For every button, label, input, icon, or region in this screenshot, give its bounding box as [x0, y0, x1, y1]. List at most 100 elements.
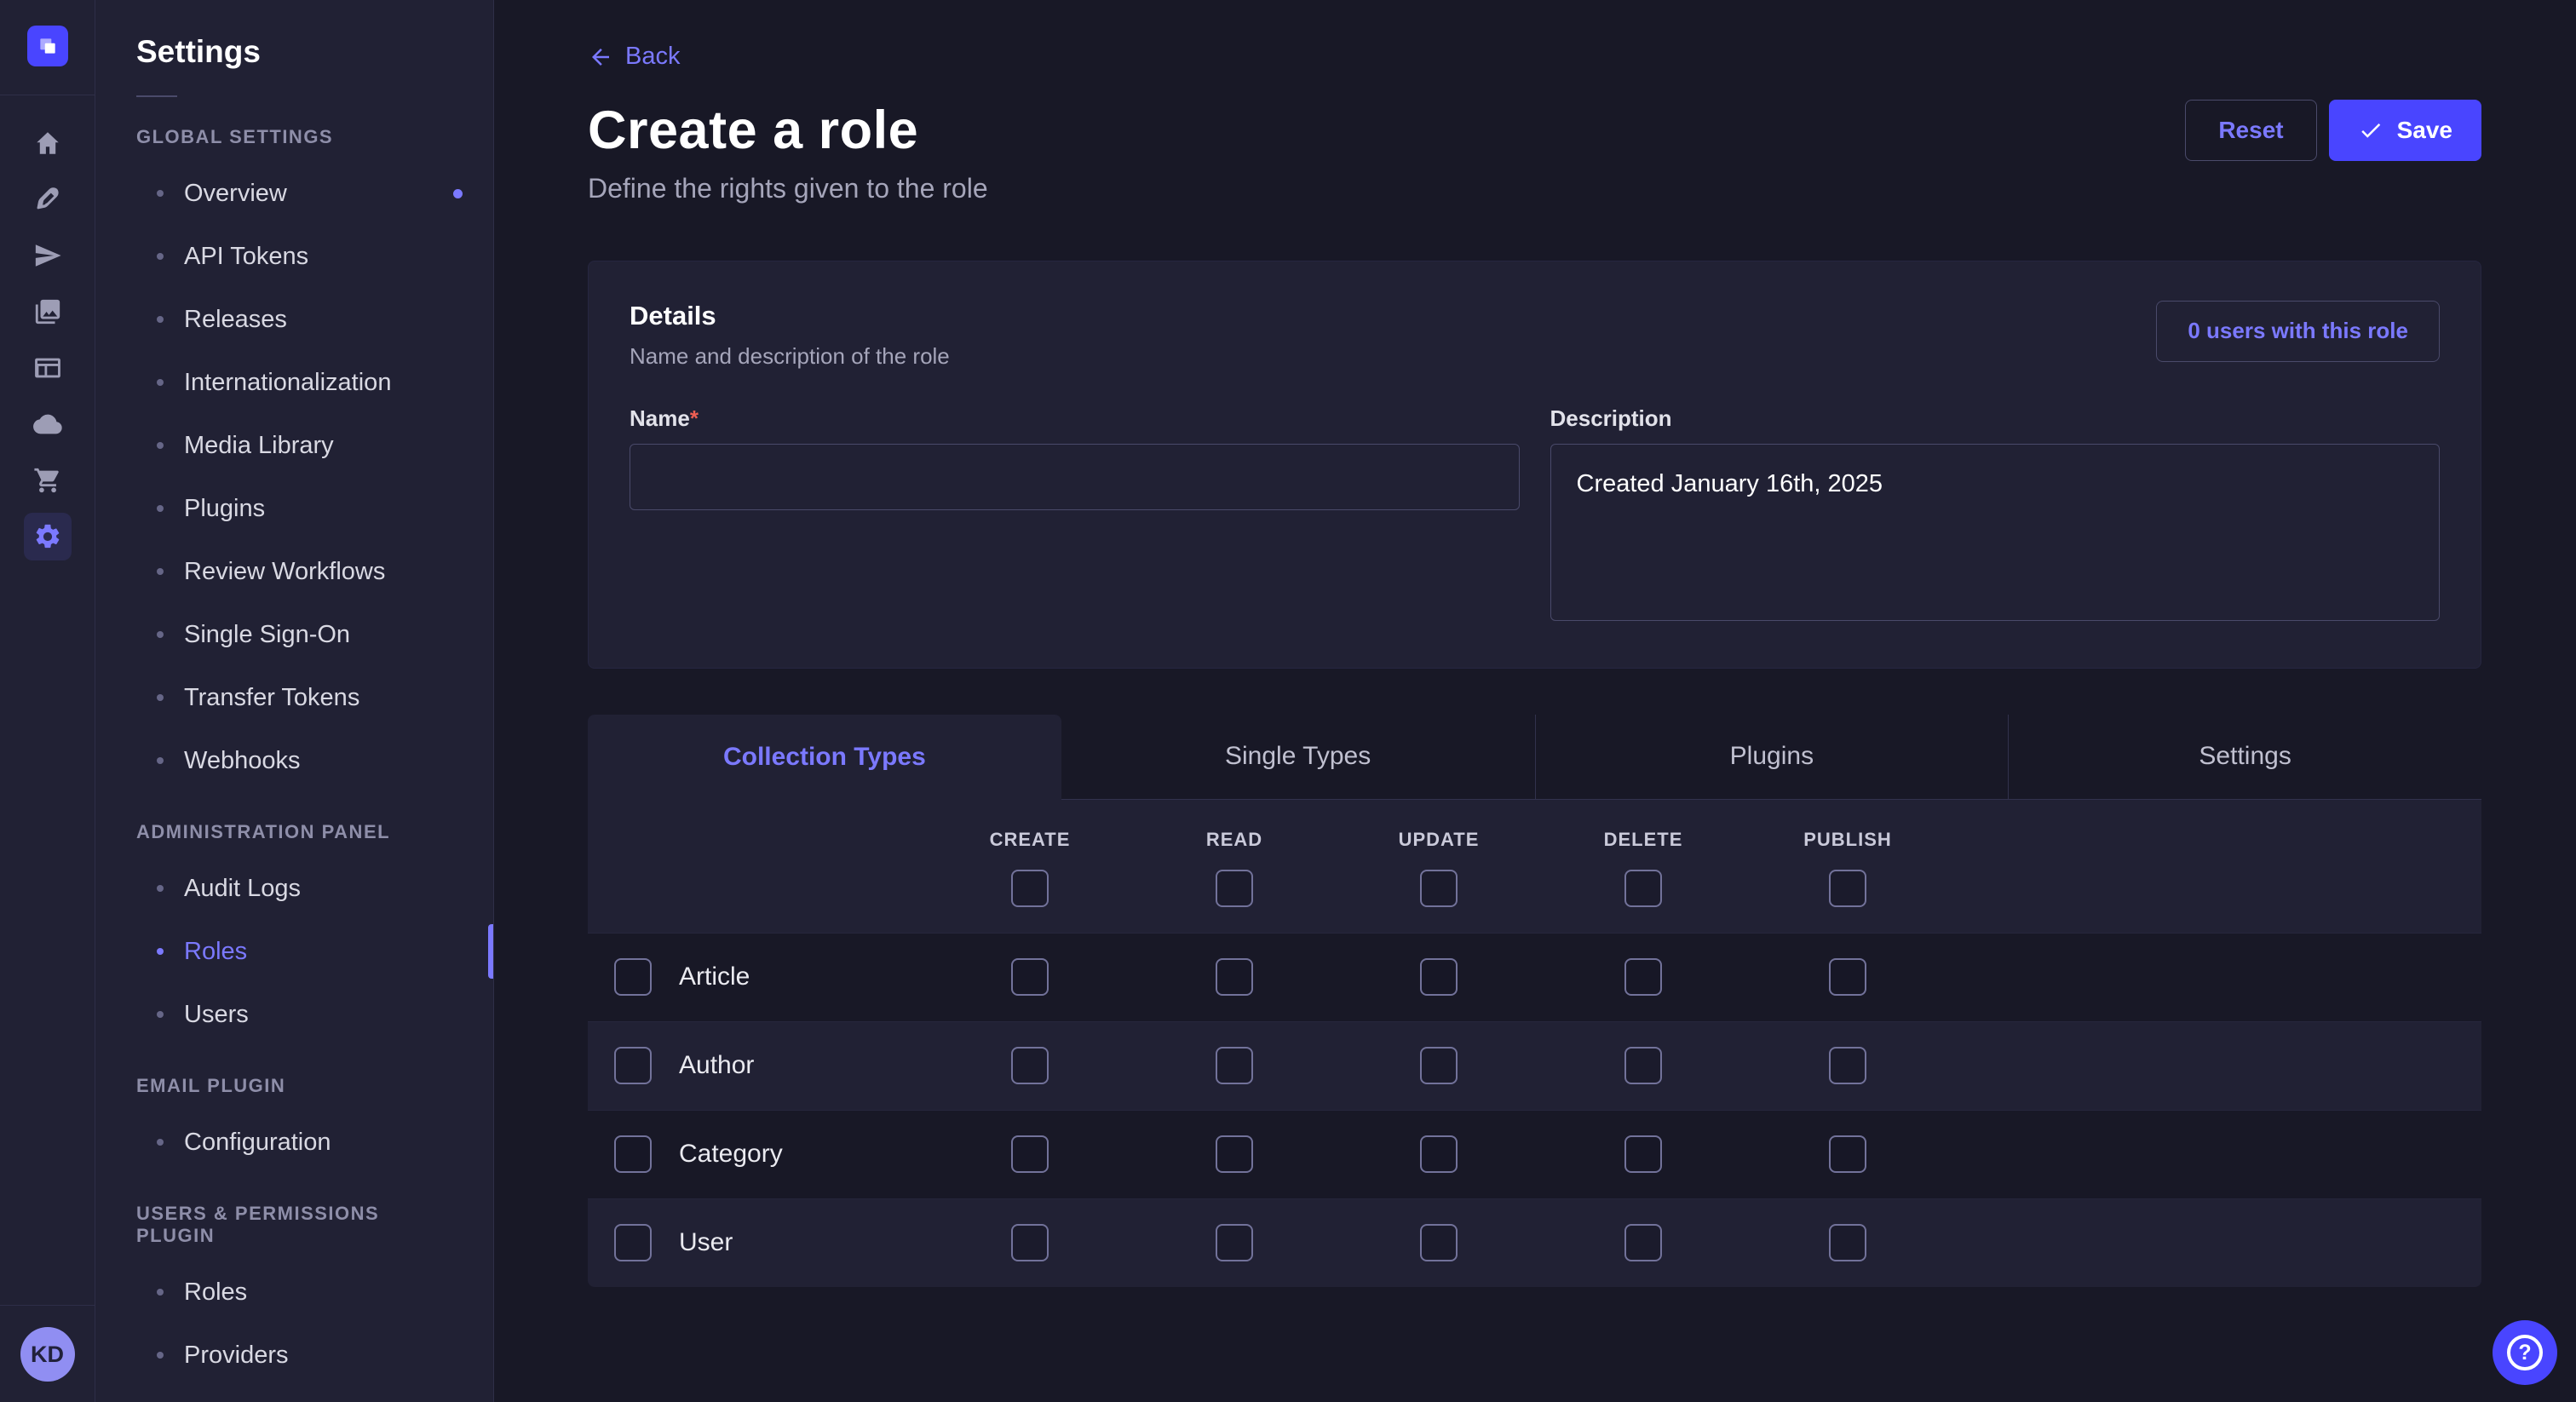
checkbox-user-create[interactable] — [1011, 1224, 1049, 1261]
sidebar-item-review-workflows[interactable]: Review Workflows — [95, 540, 493, 603]
sidebar-item-api-tokens[interactable]: API Tokens — [95, 225, 493, 288]
strapi-admin-app: KD Settings GLOBAL SETTINGS Overview API… — [0, 0, 2576, 1402]
select-all-publish-checkbox[interactable] — [1829, 870, 1866, 907]
avatar[interactable]: KD — [20, 1327, 75, 1382]
details-title: Details — [630, 301, 950, 331]
checkbox-category-delete[interactable] — [1624, 1135, 1662, 1173]
help-button[interactable]: ? — [2493, 1320, 2557, 1385]
select-all-create-checkbox[interactable] — [1011, 870, 1049, 907]
checkbox-user-publish[interactable] — [1829, 1224, 1866, 1261]
sidebar-item-label: Single Sign-On — [184, 621, 350, 649]
column-label-read: READ — [1206, 829, 1262, 851]
details-card-titles: Details Name and description of the role — [630, 301, 950, 370]
page-title: Create a role — [588, 100, 918, 161]
sidebar-item-email-configuration[interactable]: Configuration — [95, 1111, 493, 1174]
checkbox-author-update[interactable] — [1420, 1047, 1458, 1084]
rail-item-marketplace[interactable] — [24, 457, 72, 504]
tab-plugins[interactable]: Plugins — [1535, 715, 2009, 800]
header-actions: Reset Save — [2185, 100, 2481, 161]
rail-item-releases[interactable] — [24, 232, 72, 279]
name-input[interactable] — [630, 444, 1520, 510]
sidebar-item-label: Roles — [184, 1278, 247, 1307]
checkbox-article-publish[interactable] — [1829, 958, 1866, 996]
section-label-users-permissions-plugin: USERS & PERMISSIONS PLUGIN — [136, 1203, 452, 1247]
column-publish: PUBLISH — [1745, 829, 1950, 907]
sidebar-item-label: Webhooks — [184, 747, 301, 775]
checkbox-author-delete[interactable] — [1624, 1047, 1662, 1084]
name-label-text: Name — [630, 405, 690, 431]
save-button[interactable]: Save — [2329, 100, 2481, 161]
rail-item-home[interactable] — [24, 119, 72, 167]
rail-item-media-library[interactable] — [24, 288, 72, 336]
checkbox-author-publish[interactable] — [1829, 1047, 1866, 1084]
checkbox-user-update[interactable] — [1420, 1224, 1458, 1261]
bullet-icon — [157, 253, 164, 260]
strapi-logo[interactable] — [27, 26, 68, 66]
tab-single-types[interactable]: Single Types — [1061, 715, 1535, 800]
sidebar-item-label: Overview — [184, 180, 287, 208]
sidebar-item-plugins[interactable]: Plugins — [95, 477, 493, 540]
select-all-update-checkbox[interactable] — [1420, 870, 1458, 907]
main-content: Back Create a role Reset Save Define the… — [494, 0, 2576, 1402]
bullet-icon — [157, 1289, 164, 1296]
reset-button[interactable]: Reset — [2185, 100, 2316, 161]
checkbox-user-read[interactable] — [1216, 1224, 1253, 1261]
sidebar-item-internationalization[interactable]: Internationalization — [95, 351, 493, 414]
name-field-group: Name* — [630, 405, 1520, 625]
bullet-icon — [157, 948, 164, 955]
bullet-icon — [157, 442, 164, 449]
sidebar-item-releases[interactable]: Releases — [95, 288, 493, 351]
rail-bottom: KD — [0, 1305, 95, 1402]
sidebar-item-media-library[interactable]: Media Library — [95, 414, 493, 477]
sidebar-item-up-providers[interactable]: Providers — [95, 1324, 493, 1387]
checkbox-article-delete[interactable] — [1624, 958, 1662, 996]
row-label-article: Article — [679, 962, 750, 991]
bullet-icon — [157, 379, 164, 386]
rail-item-content-manager[interactable] — [24, 175, 72, 223]
back-link[interactable]: Back — [588, 43, 680, 71]
row-checkbox-category[interactable] — [614, 1135, 652, 1173]
checkbox-category-update[interactable] — [1420, 1135, 1458, 1173]
checkbox-user-delete[interactable] — [1624, 1224, 1662, 1261]
select-all-delete-checkbox[interactable] — [1624, 870, 1662, 907]
row-checkbox-article[interactable] — [614, 958, 652, 996]
description-textarea[interactable]: Created January 16th, 2025 — [1550, 444, 2441, 621]
sidebar-item-overview[interactable]: Overview — [95, 162, 493, 225]
details-card: Details Name and description of the role… — [588, 261, 2481, 669]
checkbox-category-create[interactable] — [1011, 1135, 1049, 1173]
rail-item-content-type-builder[interactable] — [24, 344, 72, 392]
row-checkbox-user[interactable] — [614, 1224, 652, 1261]
rail-item-settings[interactable] — [24, 513, 72, 560]
sidebar-item-label: Media Library — [184, 432, 334, 460]
sidebar-item-admin-roles[interactable]: Roles — [95, 920, 493, 983]
settings-sidebar: Settings GLOBAL SETTINGS Overview API To… — [95, 0, 494, 1402]
select-all-read-checkbox[interactable] — [1216, 870, 1253, 907]
sidebar-item-transfer-tokens[interactable]: Transfer Tokens — [95, 666, 493, 729]
sidebar-item-audit-logs[interactable]: Audit Logs — [95, 857, 493, 920]
sidebar-item-admin-users[interactable]: Users — [95, 983, 493, 1046]
checkbox-article-update[interactable] — [1420, 958, 1458, 996]
row-checkbox-author[interactable] — [614, 1047, 652, 1084]
checkbox-category-publish[interactable] — [1829, 1135, 1866, 1173]
tab-collection-types[interactable]: Collection Types — [588, 715, 1061, 800]
checkbox-author-create[interactable] — [1011, 1047, 1049, 1084]
sidebar-item-label: Transfer Tokens — [184, 684, 359, 712]
sidebar-item-up-roles[interactable]: Roles — [95, 1261, 493, 1324]
checkbox-author-read[interactable] — [1216, 1047, 1253, 1084]
paper-plane-icon — [33, 241, 62, 270]
users-with-role-button[interactable]: 0 users with this role — [2156, 301, 2440, 362]
checkbox-article-read[interactable] — [1216, 958, 1253, 996]
name-label: Name* — [630, 405, 699, 431]
save-label: Save — [2397, 117, 2452, 144]
rail-item-deploy[interactable] — [24, 400, 72, 448]
checkbox-category-read[interactable] — [1216, 1135, 1253, 1173]
checkbox-article-create[interactable] — [1011, 958, 1049, 996]
page-subtitle: Define the rights given to the role — [588, 173, 2481, 204]
sidebar-item-webhooks[interactable]: Webhooks — [95, 729, 493, 792]
tab-settings[interactable]: Settings — [2008, 715, 2481, 800]
media-gallery-icon — [33, 297, 62, 326]
sidebar-item-label: Internationalization — [184, 369, 391, 397]
table-row-author: Author — [588, 1021, 2481, 1110]
sidebar-item-single-sign-on[interactable]: Single Sign-On — [95, 603, 493, 666]
sidebar-item-label: Configuration — [184, 1129, 331, 1157]
